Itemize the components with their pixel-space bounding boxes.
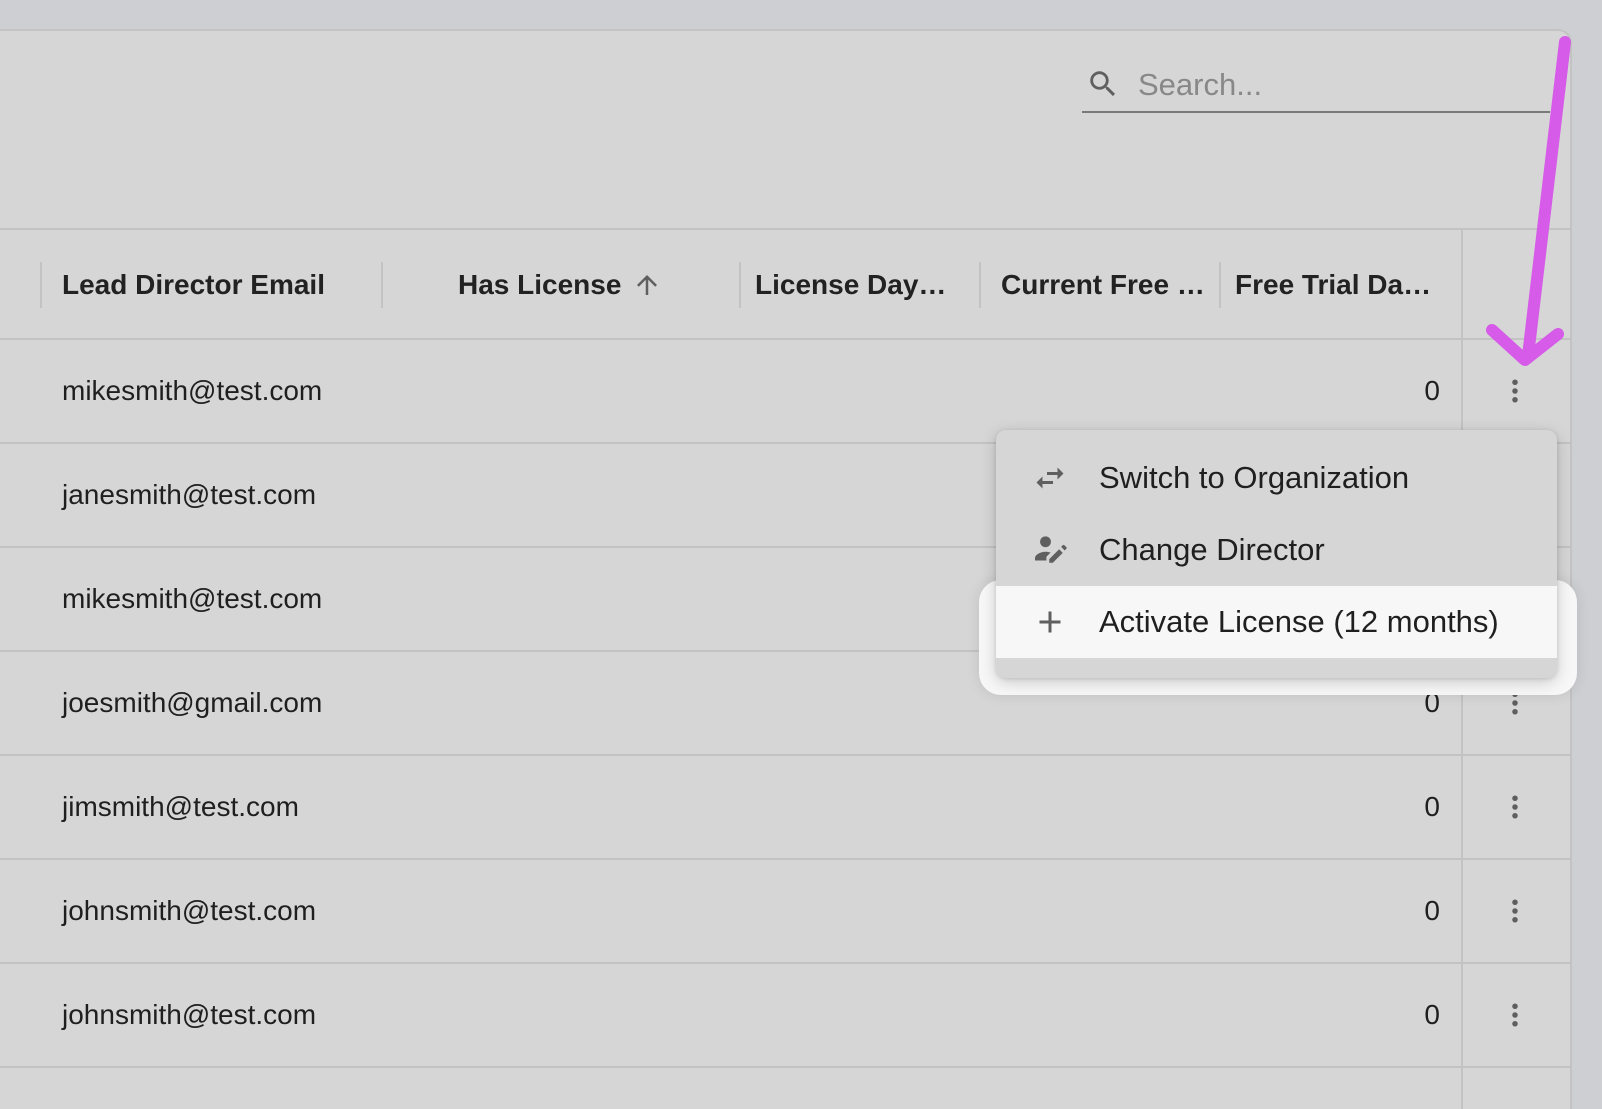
table-row[interactable]: mikesmith@test.com 0 [0, 340, 1570, 444]
plus-icon [1039, 611, 1061, 633]
column-separator[interactable] [1219, 262, 1221, 308]
person-edit-icon [1035, 536, 1067, 563]
more-vert-icon[interactable] [1500, 1000, 1530, 1030]
column-header-license-days[interactable]: License Days ... [755, 230, 955, 340]
lead-director-email-cell: jimsmith@test.com [62, 791, 299, 822]
lead-director-email-cell: mikesmith@test.com [62, 375, 323, 406]
more-vert-icon[interactable] [1500, 896, 1530, 926]
free-trial-days-cell: 0 [1424, 895, 1440, 926]
column-separator[interactable] [40, 262, 42, 308]
column-separator[interactable] [381, 262, 383, 308]
table-row[interactable]: jimsmith@test.com 0 [0, 756, 1570, 860]
lead-director-email-cell: mikesmith@test.com [62, 583, 323, 614]
free-trial-days-cell: 0 [1424, 999, 1440, 1030]
annotation-arrow-icon [1486, 36, 1571, 366]
column-header-free-trial-days[interactable]: Free Trial Day... [1235, 230, 1435, 340]
menu-item-switch-organization[interactable]: Switch to Organization [996, 442, 1557, 514]
more-vert-icon[interactable] [1500, 376, 1530, 406]
sort-ascending-icon[interactable] [632, 270, 662, 300]
table-row[interactable]: johnsmith@test.com 0 [0, 964, 1570, 1068]
column-separator[interactable] [979, 262, 981, 308]
table-header-row: Lead Director Email Has License License … [0, 228, 1570, 340]
column-header-has-license[interactable]: Has License [458, 230, 628, 340]
lead-director-email-cell: janesmith@test.com [62, 479, 317, 510]
lead-director-email-cell: joesmith@gmail.com [62, 687, 323, 718]
table-row[interactable]: johnsmith@test.com 0 [0, 860, 1570, 964]
free-trial-days-cell: 0 [1424, 375, 1440, 406]
lead-director-email-cell: johnsmith@test.com [62, 895, 317, 926]
row-actions-menu: Switch to Organization Change Director A… [996, 430, 1557, 678]
menu-item-label: Change Director [1099, 532, 1325, 567]
menu-item-label: Switch to Organization [1099, 460, 1410, 495]
search-icon [1090, 71, 1116, 97]
menu-item-activate-license[interactable]: Activate License (12 months) [996, 586, 1557, 658]
lead-director-email-cell: johnsmith@test.com [62, 999, 317, 1030]
free-trial-days-cell: 0 [1424, 791, 1440, 822]
column-header-current-free-trial[interactable]: Current Free T... [1001, 230, 1206, 340]
swap-horiz-icon [1036, 467, 1064, 489]
more-vert-icon[interactable] [1500, 792, 1530, 822]
menu-item-label: Activate License (12 months) [1099, 604, 1499, 639]
column-separator[interactable] [739, 262, 741, 308]
menu-item-change-director[interactable]: Change Director [996, 514, 1557, 586]
column-header-lead-director-email[interactable]: Lead Director Email [62, 230, 382, 340]
